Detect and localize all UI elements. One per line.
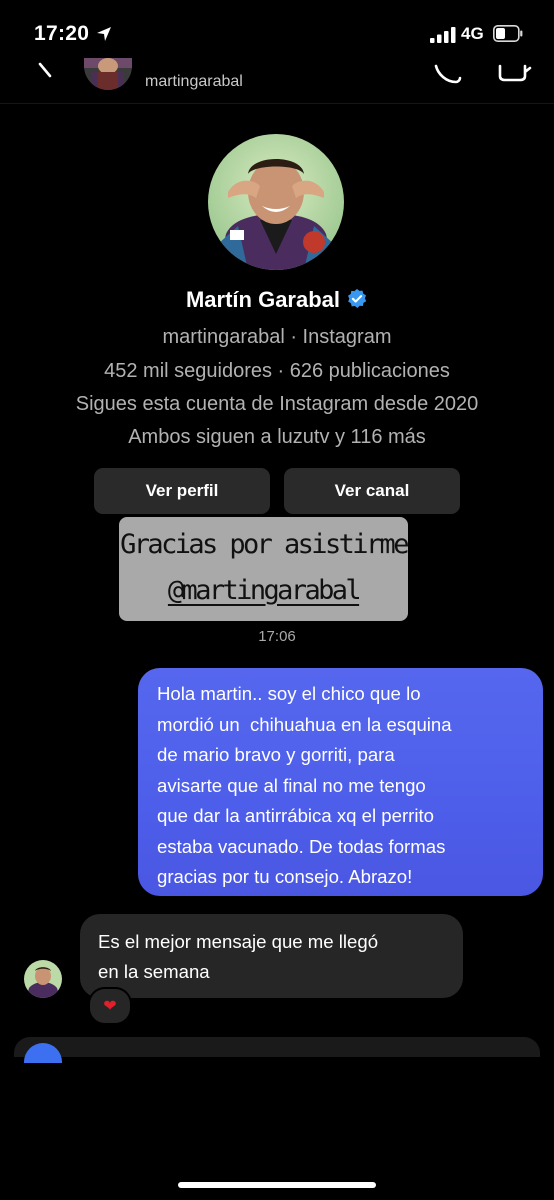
header-avatar[interactable] bbox=[84, 58, 132, 90]
location-arrow-icon bbox=[97, 27, 111, 41]
video-camera-icon[interactable] bbox=[496, 60, 532, 86]
story-reply-sticker[interactable]: Gracias por asistirme @martingarabal bbox=[119, 517, 409, 621]
story-text: Gracias por asistirme bbox=[120, 529, 409, 560]
story-mention[interactable]: @martingarabal bbox=[119, 575, 408, 606]
heart-reaction-icon[interactable]: ❤ bbox=[88, 987, 132, 1025]
header-username[interactable]: martingarabal bbox=[145, 73, 243, 91]
battery-icon bbox=[493, 25, 523, 42]
outgoing-message-text: Hola martin.. soy el chico que lo mordió… bbox=[157, 683, 452, 887]
view-profile-button[interactable]: Ver perfil bbox=[94, 468, 270, 514]
verified-badge-icon bbox=[348, 288, 367, 308]
outgoing-message-bubble[interactable]: Hola martin.. soy el chico que lo mordió… bbox=[138, 668, 543, 896]
phone-icon[interactable] bbox=[430, 60, 464, 86]
profile-name-text: Martín Garabal bbox=[185, 287, 341, 312]
sender-avatar[interactable] bbox=[24, 960, 62, 998]
header-divider bbox=[0, 103, 554, 104]
incoming-message-text: Es el mejor mensaje que me llegó en la s… bbox=[98, 931, 379, 982]
view-channel-button[interactable]: Ver canal bbox=[284, 468, 460, 514]
profile-name: Martín Garabal bbox=[0, 287, 554, 313]
message-composer[interactable] bbox=[14, 1037, 540, 1057]
profile-mutual-followers: Ambos siguen a luzutv y 116 más bbox=[128, 426, 426, 448]
profile-avatar[interactable] bbox=[208, 134, 344, 270]
signal-icon bbox=[430, 27, 456, 43]
profile-stats: 452 mil seguidores · 626 publicaciones bbox=[104, 360, 450, 382]
profile-following-since: Sigues esta cuenta de Instagram desde 20… bbox=[75, 393, 479, 415]
incoming-message-bubble[interactable]: Es el mejor mensaje que me llegó en la s… bbox=[80, 914, 463, 998]
message-timestamp: 17:06 bbox=[258, 628, 296, 645]
network-type: 4G bbox=[461, 24, 484, 43]
status-time: 17:20 bbox=[34, 22, 90, 45]
back-icon[interactable] bbox=[36, 60, 56, 80]
home-indicator[interactable] bbox=[178, 1182, 376, 1188]
profile-handle: martingarabal · Instagram bbox=[162, 326, 392, 348]
